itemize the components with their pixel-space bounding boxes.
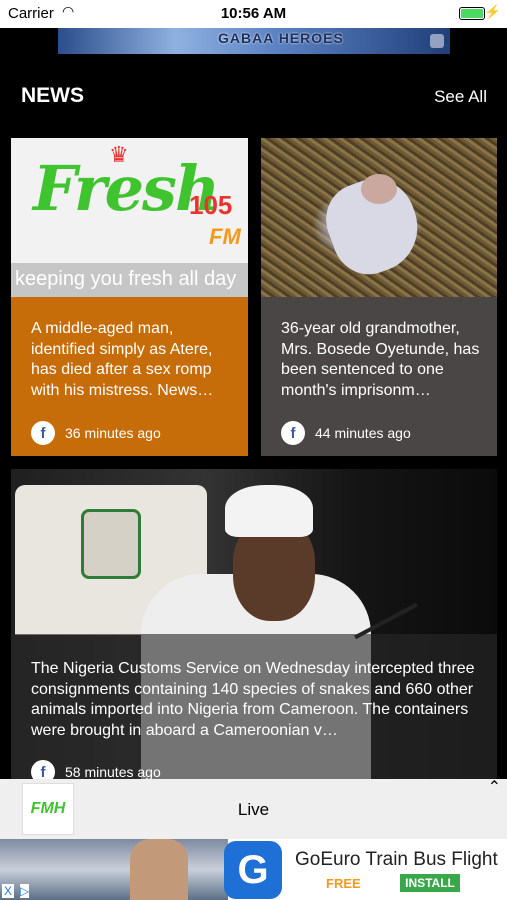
time-ago: 44 minutes ago [315, 425, 411, 441]
card-headline: The Nigeria Customs Service on Wednesday… [31, 660, 475, 739]
card-meta: f 58 minutes ago [31, 760, 161, 781]
facebook-icon: f [31, 760, 55, 781]
coat-of-arms-image [81, 509, 141, 579]
ad-person [130, 839, 188, 900]
news-card[interactable]: ♛ Fresh 105 FM keeping you fresh all day… [11, 138, 248, 456]
logo-frequency: 105 [189, 190, 233, 220]
install-button[interactable]: INSTALL [400, 874, 460, 892]
logo-tagline: keeping you fresh all day [11, 263, 248, 297]
person-cap [225, 485, 313, 537]
card-headline: A middle-aged man, identified simply as … [31, 320, 214, 399]
clock: 10:56 AM [220, 5, 287, 22]
charging-icon: ⚡ [484, 4, 501, 19]
ad-info-icon[interactable] [430, 34, 444, 48]
facebook-icon: f [31, 421, 55, 445]
chevron-up-icon[interactable]: ⌃ [488, 777, 501, 797]
news-header: NEWS See All [0, 84, 507, 112]
card-caption: 36-year old grandmother, Mrs. Bosede Oye… [261, 297, 497, 456]
ad-photo [0, 839, 228, 900]
card-caption: The Nigeria Customs Service on Wednesday… [11, 634, 497, 781]
time-ago: 58 minutes ago [65, 764, 161, 780]
news-thumbnail [261, 138, 497, 297]
ad-app-name: GoEuro Train Bus Flight [295, 849, 498, 870]
baby-face [361, 174, 397, 204]
news-card[interactable]: 36-year old grandmother, Mrs. Bosede Oye… [261, 138, 497, 456]
top-banner-ad[interactable]: GABAA HEROES [58, 28, 450, 54]
ad-text: GABAA HEROES [218, 30, 344, 46]
bottom-banner-ad[interactable]: G GoEuro Train Bus Flight FREE INSTALL X… [0, 839, 507, 900]
news-card-featured[interactable]: The Nigeria Customs Service on Wednesday… [11, 469, 497, 781]
ad-price: FREE [326, 876, 361, 891]
battery-icon [459, 7, 485, 20]
ad-close-icon[interactable]: X [2, 884, 15, 898]
facebook-icon: f [281, 421, 305, 445]
time-ago: 36 minutes ago [65, 425, 161, 441]
section-title: NEWS [21, 84, 84, 107]
card-headline: 36-year old grandmother, Mrs. Bosede Oye… [281, 320, 480, 399]
card-meta: f 36 minutes ago [31, 421, 161, 445]
goeuro-app-icon[interactable]: G [224, 841, 282, 899]
status-bar: Carrier ◠ 10:56 AM ⚡ [0, 0, 507, 28]
logo-band: FM [209, 224, 241, 249]
adchoices-icon[interactable]: ▷ [20, 884, 30, 898]
see-all-button[interactable]: See All [434, 87, 487, 107]
card-caption: A middle-aged man, identified simply as … [11, 297, 248, 456]
card-meta: f 44 minutes ago [281, 421, 411, 445]
live-player-bar[interactable]: FMH Live ⌃ [0, 779, 507, 839]
live-label: Live [237, 800, 270, 819]
news-thumbnail: ♛ Fresh 105 FM keeping you fresh all day [11, 138, 248, 297]
